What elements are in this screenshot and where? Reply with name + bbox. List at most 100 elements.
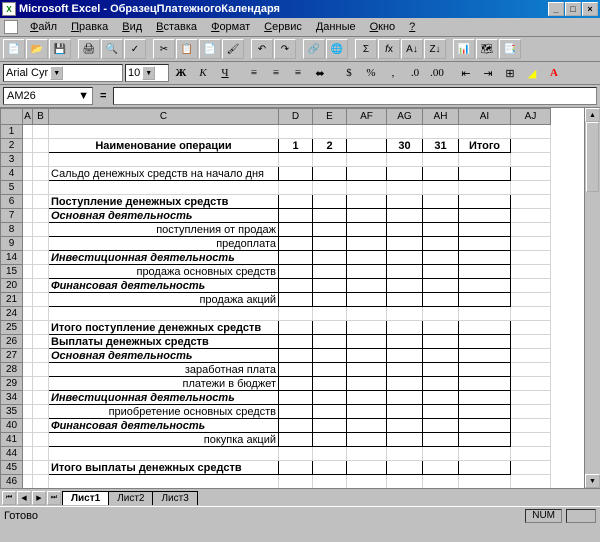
cell[interactable] [279, 419, 313, 433]
cell[interactable] [23, 321, 33, 335]
sort-asc-button[interactable]: A↓ [401, 39, 423, 59]
cell[interactable] [33, 349, 49, 363]
cell[interactable] [423, 223, 459, 237]
cell[interactable] [423, 293, 459, 307]
cell[interactable] [279, 237, 313, 251]
col-header-C[interactable]: C [49, 109, 279, 125]
col-header-AH[interactable]: AH [423, 109, 459, 125]
cell[interactable] [279, 153, 313, 167]
menu-item-1[interactable]: Правка [65, 20, 114, 34]
cell[interactable] [313, 335, 347, 349]
cell[interactable] [313, 209, 347, 223]
cut-button[interactable]: ✂ [153, 39, 175, 59]
cell[interactable] [511, 251, 551, 265]
cell[interactable] [33, 223, 49, 237]
cell[interactable] [49, 153, 279, 167]
cell[interactable] [347, 405, 387, 419]
cell[interactable] [33, 195, 49, 209]
cell[interactable] [387, 195, 423, 209]
cell[interactable] [423, 265, 459, 279]
cell[interactable] [387, 307, 423, 321]
spell-button[interactable]: ✓ [124, 39, 146, 59]
cell[interactable] [511, 349, 551, 363]
menu-item-7[interactable]: Окно [364, 20, 402, 34]
cell[interactable] [23, 363, 33, 377]
cell[interactable] [279, 461, 313, 475]
cell[interactable] [347, 153, 387, 167]
cell[interactable]: 30 [387, 139, 423, 153]
cell[interactable] [313, 251, 347, 265]
cell[interactable] [23, 335, 33, 349]
align-left-button[interactable]: ≡ [244, 64, 264, 82]
cell[interactable] [23, 349, 33, 363]
cell[interactable] [23, 223, 33, 237]
cell[interactable] [33, 335, 49, 349]
cell[interactable] [459, 279, 511, 293]
cell[interactable] [279, 195, 313, 209]
cell[interactable] [279, 279, 313, 293]
col-header-AI[interactable]: AI [459, 109, 511, 125]
cell[interactable] [459, 195, 511, 209]
cell[interactable] [387, 321, 423, 335]
cell[interactable] [387, 433, 423, 447]
cell[interactable] [33, 405, 49, 419]
cell[interactable] [33, 447, 49, 461]
cell[interactable] [347, 237, 387, 251]
sheet-tab-2[interactable]: Лист3 [152, 491, 197, 505]
row-header-26[interactable]: 26 [1, 335, 23, 349]
cell[interactable]: предоплата [49, 237, 279, 251]
cell[interactable] [387, 391, 423, 405]
cell[interactable] [279, 181, 313, 195]
row-header-9[interactable]: 9 [1, 237, 23, 251]
cell[interactable] [313, 419, 347, 433]
cell[interactable] [511, 405, 551, 419]
cell[interactable] [23, 139, 33, 153]
cell[interactable] [23, 447, 33, 461]
cell[interactable] [347, 391, 387, 405]
cell[interactable]: Финансовая деятельность [49, 419, 279, 433]
cell[interactable] [347, 433, 387, 447]
row-header-34[interactable]: 34 [1, 391, 23, 405]
menu-item-3[interactable]: Вставка [150, 20, 203, 34]
col-header-A[interactable]: A [23, 109, 33, 125]
cell[interactable] [459, 223, 511, 237]
cell[interactable] [423, 167, 459, 181]
cell[interactable] [347, 223, 387, 237]
cell[interactable] [423, 251, 459, 265]
cell[interactable] [423, 377, 459, 391]
cell[interactable] [423, 363, 459, 377]
cell[interactable] [23, 307, 33, 321]
cell[interactable] [347, 447, 387, 461]
cell[interactable] [459, 405, 511, 419]
cell[interactable] [23, 391, 33, 405]
cell[interactable] [347, 209, 387, 223]
scroll-up-button[interactable]: ▲ [585, 108, 600, 122]
cell[interactable] [511, 475, 551, 489]
col-header-AJ[interactable]: AJ [511, 109, 551, 125]
cell[interactable] [347, 125, 387, 139]
chart-button[interactable]: 📊 [453, 39, 475, 59]
cell[interactable] [511, 307, 551, 321]
cell[interactable] [33, 307, 49, 321]
row-header-1[interactable]: 1 [1, 125, 23, 139]
link-button[interactable]: 🔗 [303, 39, 325, 59]
cell[interactable] [511, 265, 551, 279]
cell[interactable] [279, 391, 313, 405]
cell[interactable] [423, 405, 459, 419]
cell[interactable] [313, 321, 347, 335]
cell[interactable] [511, 209, 551, 223]
copy-button[interactable]: 📋 [176, 39, 198, 59]
sum-button[interactable]: Σ [355, 39, 377, 59]
cell[interactable] [33, 461, 49, 475]
cell[interactable] [279, 335, 313, 349]
dec-decimal-button[interactable]: .00 [427, 64, 447, 82]
row-header-4[interactable]: 4 [1, 167, 23, 181]
cell[interactable] [347, 461, 387, 475]
preview-button[interactable]: 🔍 [101, 39, 123, 59]
cell[interactable] [423, 195, 459, 209]
cell[interactable] [23, 405, 33, 419]
cell[interactable] [387, 223, 423, 237]
cell[interactable] [313, 461, 347, 475]
cell[interactable] [347, 279, 387, 293]
cell[interactable] [459, 181, 511, 195]
